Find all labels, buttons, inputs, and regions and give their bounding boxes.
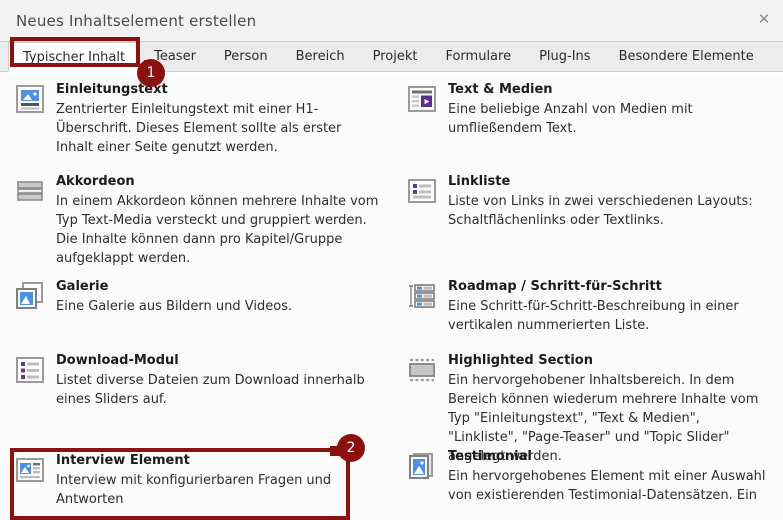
accordion-icon: [14, 175, 46, 207]
item-description: Listet diverse Dateien zum Download inne…: [56, 373, 365, 407]
tab-label: Projekt: [372, 49, 418, 64]
item-title: Galerie: [56, 279, 109, 294]
item-highlighted-section[interactable]: Highlighted Section Ein hervorgehobener …: [392, 344, 783, 464]
item-text-medien[interactable]: Text & Medien Eine beliebige Anzahl von …: [392, 73, 783, 165]
item-title: Highlighted Section: [448, 353, 593, 368]
item-akkordeon[interactable]: Akkordeon In einem Akkordeon können mehr…: [0, 165, 392, 270]
item-description: Liste von Links in zwei verschiedenen La…: [448, 194, 753, 228]
link-list-icon: [406, 175, 438, 207]
item-title: Einleitungstext: [56, 82, 168, 97]
item-body: Download-Modul Listet diverse Dateien zu…: [56, 352, 380, 420]
interview-element-icon: [14, 454, 46, 486]
item-description: Eine Schritt-für-Schritt-Beschreibung in…: [448, 299, 739, 333]
tab-bar: Typischer Inhalt Teaser Person Bereich P…: [0, 42, 783, 72]
item-title: Akkordeon: [56, 174, 135, 189]
item-einleitungstext[interactable]: Einleitungstext Zentrierter Einleitungst…: [0, 73, 392, 165]
tab-label: Person: [223, 49, 268, 64]
item-body: Galerie Eine Galerie aus Bildern und Vid…: [56, 278, 380, 340]
item-roadmap[interactable]: Roadmap / Schritt-für-Schritt Eine Schri…: [392, 270, 783, 344]
item-galerie[interactable]: Galerie Eine Galerie aus Bildern und Vid…: [0, 270, 392, 344]
download-module-icon: [14, 354, 46, 386]
tab-label: Typischer Inhalt: [23, 49, 126, 65]
item-title: Download-Modul: [56, 353, 179, 368]
modal-header: Neues Inhaltselement erstellen ✕: [0, 0, 783, 42]
left-column: Einleitungstext Zentrierter Einleitungst…: [0, 73, 392, 520]
item-body: Linkliste Liste von Links in zwei versch…: [448, 173, 771, 266]
tab-typischer-inhalt[interactable]: Typischer Inhalt: [8, 42, 141, 72]
close-icon[interactable]: ✕: [756, 11, 772, 27]
item-title: Interview Element: [56, 453, 190, 468]
text-media-icon: [406, 83, 438, 115]
tab-teaser[interactable]: Teaser: [140, 42, 210, 71]
roadmap-icon: [406, 280, 438, 312]
tab-formulare[interactable]: Formulare: [431, 42, 525, 71]
item-body: Testimonial Ein hervorgehobenes Element …: [448, 448, 771, 510]
item-linkliste[interactable]: Linkliste Liste von Links in zwei versch…: [392, 165, 783, 270]
item-body: Akkordeon In einem Akkordeon können mehr…: [56, 173, 380, 266]
tab-label: Teaser: [154, 49, 196, 64]
tab-label: Plug-Ins: [539, 49, 591, 64]
item-title: Roadmap / Schritt-für-Schritt: [448, 279, 662, 294]
highlighted-section-icon: [406, 354, 438, 386]
item-body: Highlighted Section Ein hervorgehobener …: [448, 352, 771, 464]
item-title: Text & Medien: [448, 82, 553, 97]
tab-projekt[interactable]: Projekt: [359, 42, 432, 71]
item-title: Testimonial: [448, 449, 532, 464]
tab-person[interactable]: Person: [210, 42, 282, 71]
testimonial-icon: [406, 450, 438, 482]
item-download-modul[interactable]: Download-Modul Listet diverse Dateien zu…: [0, 344, 392, 424]
item-description: In einem Akkordeon können mehrere Inhalt…: [56, 194, 379, 266]
item-title: Linkliste: [448, 174, 511, 189]
tab-label: Bereich: [295, 49, 345, 64]
item-body: Einleitungstext Zentrierter Einleitungst…: [56, 81, 380, 161]
item-description: Eine beliebige Anzahl von Medien mit umf…: [448, 102, 693, 136]
item-body: Text & Medien Eine beliebige Anzahl von …: [448, 81, 771, 161]
item-testimonial[interactable]: Testimonial Ein hervorgehobenes Element …: [392, 440, 783, 514]
page-title: Neues Inhaltselement erstellen: [16, 11, 257, 30]
item-description: Ein hervorgehobenes Element mit einer Au…: [448, 469, 766, 503]
element-type-list: Einleitungstext Zentrierter Einleitungst…: [0, 73, 783, 520]
item-description: Eine Galerie aus Bildern und Videos.: [56, 299, 293, 314]
item-body: Interview Element Interview mit konfigur…: [56, 452, 380, 514]
intro-text-icon: [14, 83, 46, 115]
tab-besondere-elemente[interactable]: Besondere Elemente: [605, 42, 768, 71]
right-column: Text & Medien Eine beliebige Anzahl von …: [392, 73, 783, 520]
item-interview-element[interactable]: Interview Element Interview mit konfigur…: [0, 444, 392, 518]
tab-label: Formulare: [445, 49, 512, 64]
tab-label: Besondere Elemente: [618, 49, 754, 64]
tab-bereich[interactable]: Bereich: [282, 42, 359, 71]
item-description: Zentrierter Einleitungstext mit einer H1…: [56, 102, 342, 155]
item-description: Interview mit konfigurierbaren Fragen un…: [56, 473, 332, 507]
tab-plug-ins[interactable]: Plug-Ins: [525, 42, 604, 71]
gallery-icon: [14, 280, 46, 312]
item-body: Roadmap / Schritt-für-Schritt Eine Schri…: [448, 278, 771, 340]
